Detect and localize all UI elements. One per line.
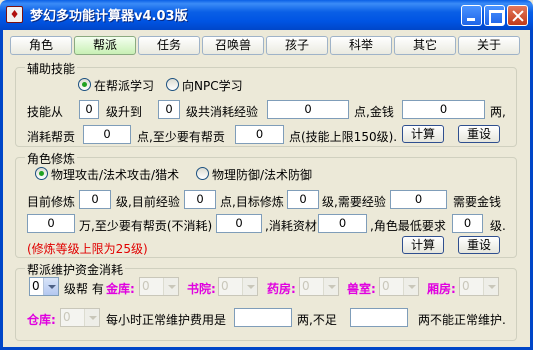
skill-from-input[interactable]: 0 (79, 100, 99, 119)
skill-to-input[interactable]: 0 (158, 100, 180, 119)
tab-role[interactable]: 角色 (10, 36, 72, 55)
maximize-icon[interactable] (484, 5, 505, 26)
wing-room-label: 厢房: (427, 282, 456, 296)
academy-label: 书院: (187, 282, 216, 296)
academy-value: 0 (221, 279, 229, 293)
treasury-select[interactable]: 0 (139, 277, 179, 296)
chevron-down-icon[interactable] (323, 278, 338, 295)
radio-defense-label: 物理防御/法术防御 (212, 168, 313, 182)
radio-attack[interactable] (35, 167, 48, 180)
insufficient-output[interactable] (350, 308, 408, 327)
tab-other[interactable]: 其它 (394, 36, 456, 55)
close-icon[interactable] (507, 5, 528, 26)
radio-attack-label: 物理攻击/法术攻击/猎术 (51, 168, 180, 182)
warehouse-value: 0 (63, 310, 71, 324)
tab-gang[interactable]: 帮派 (74, 36, 136, 55)
gang-level-select[interactable]: 0 (29, 277, 59, 296)
label-at-least: 点,至少要有帮贡 (137, 130, 225, 144)
label-liang: 两, (490, 105, 506, 119)
window-border-left (0, 30, 3, 350)
cultivation-calc-button[interactable]: 计算 (402, 236, 444, 254)
gang-level-value: 0 (32, 279, 40, 293)
cultivation-contrib-output[interactable]: 0 (216, 214, 262, 233)
beast-room-select[interactable]: 0 (379, 277, 419, 296)
skill-gold-output[interactable]: 0 (402, 100, 485, 119)
pharmacy-value: 0 (302, 279, 310, 293)
academy-select[interactable]: 0 (218, 277, 258, 296)
label-hourly: 每小时正常维护费用是 (106, 313, 227, 327)
tab-exam[interactable]: 科举 (330, 36, 392, 55)
bag-icon[interactable]: ♦ (6, 6, 23, 23)
need-exp-output[interactable]: 0 (390, 190, 447, 209)
radio-npc-learn-label: 向NPC学习 (182, 79, 243, 93)
radio-defense[interactable] (196, 167, 209, 180)
contrib-output[interactable]: 0 (83, 125, 131, 144)
label-total-exp: 级共消耗经验 (186, 105, 259, 119)
cultivation-limit-note: (修炼等级上限为25级) (27, 242, 148, 256)
total-exp-output[interactable]: 0 (267, 100, 349, 119)
chevron-down-icon[interactable] (84, 309, 99, 326)
label-upgrade-to: 级升到 (106, 105, 143, 119)
tab-summon[interactable]: 召唤兽 (202, 36, 264, 55)
treasury-label: 金库: (106, 282, 135, 296)
label-need-exp: 级,需要经验 (322, 195, 386, 209)
label-need-gold: 需要金钱 (453, 195, 502, 209)
chevron-down-icon[interactable] (43, 278, 58, 295)
aux-skill-legend: 辅助技能 (25, 60, 78, 77)
maintenance-legend: 帮派维护资金消耗 (25, 261, 126, 278)
label-insufficient: 两,不足 (297, 313, 337, 327)
tab-about[interactable]: 关于 (458, 36, 520, 55)
radio-npc-learn[interactable] (166, 78, 179, 91)
warehouse-label: 仓库: (27, 313, 56, 327)
min-level-output[interactable]: 0 (452, 214, 483, 233)
min-contrib-output[interactable]: 0 (235, 125, 284, 144)
chevron-down-icon[interactable] (483, 278, 498, 295)
wing-room-value: 0 (462, 279, 470, 293)
beast-room-value: 0 (382, 279, 390, 293)
current-level-input[interactable]: 0 (79, 190, 111, 209)
cultivation-gold-output[interactable]: 0 (27, 214, 75, 233)
skill-reset-button[interactable]: 重设 (458, 125, 500, 143)
chevron-down-icon[interactable] (403, 278, 418, 295)
label-skill-limit: 点(技能上限150级). (289, 130, 398, 144)
warehouse-select[interactable]: 0 (60, 308, 100, 327)
label-materials: ,消耗资材 (265, 219, 317, 233)
skill-calc-button[interactable]: 计算 (402, 125, 444, 143)
treasury-value: 0 (142, 279, 150, 293)
target-level-input[interactable]: 0 (287, 190, 319, 209)
current-exp-input[interactable]: 0 (184, 190, 216, 209)
materials-output[interactable]: 0 (318, 214, 367, 233)
label-gold: 点,金钱 (354, 105, 394, 119)
pharmacy-select[interactable]: 0 (299, 277, 339, 296)
wing-room-select[interactable]: 0 (459, 277, 499, 296)
tab-quest[interactable]: 任务 (138, 36, 200, 55)
label-gang-has: 级帮 有 (64, 282, 104, 296)
radio-gang-learn-label: 在帮派学习 (94, 79, 155, 93)
window-title: 梦幻多功能计算器v4.03版 (30, 9, 188, 24)
label-current: 目前修炼 (27, 195, 76, 209)
radio-gang-learn[interactable] (78, 78, 91, 91)
tab-child[interactable]: 孩子 (266, 36, 328, 55)
chevron-down-icon[interactable] (163, 278, 178, 295)
maintenance-group (15, 268, 517, 341)
chevron-down-icon[interactable] (242, 278, 257, 295)
label-from: 技能从 (27, 105, 64, 119)
label-current-exp: 级,目前经验 (116, 195, 180, 209)
label-min-level: ,角色最低要求 (370, 219, 446, 233)
pharmacy-label: 药房: (267, 282, 296, 296)
minimize-icon[interactable] (461, 5, 482, 26)
hourly-cost-output[interactable] (234, 308, 292, 327)
cultivation-reset-button[interactable]: 重设 (458, 236, 500, 254)
cultivation-legend: 角色修炼 (25, 150, 78, 167)
beast-room-label: 兽室: (347, 282, 376, 296)
label-target: 点,目标修炼 (220, 195, 284, 209)
label-ji: 级. (490, 219, 506, 233)
label-min-contrib: 万,至少要有帮贡(不消耗) (79, 219, 213, 233)
tab-bar: 角色 帮派 任务 召唤兽 孩子 科举 其它 关于 (10, 36, 524, 55)
label-cannot-maintain: 两不能正常维护. (418, 313, 506, 327)
title-bar[interactable]: ♦ 梦幻多功能计算器v4.03版 (0, 0, 533, 30)
label-contrib: 消耗帮贡 (27, 130, 76, 144)
